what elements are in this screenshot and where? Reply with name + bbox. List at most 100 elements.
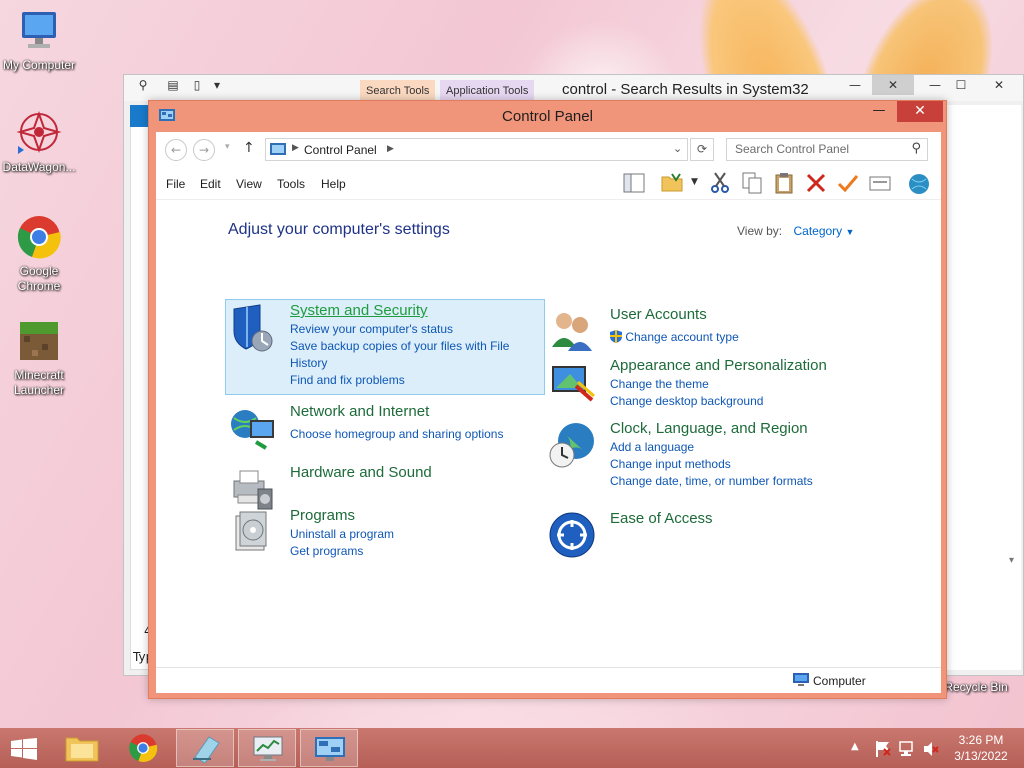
task-link[interactable]: Uninstall a program [290,526,550,543]
breadcrumb-chevron-icon[interactable]: ▶ [387,144,394,154]
clock[interactable]: 3:26 PM 3/13/2022 [950,732,1012,764]
category-title[interactable]: Ease of Access [610,509,870,529]
menu-edit[interactable]: Edit [200,177,221,191]
status-location: Computer [813,674,866,688]
layout-pane-icon[interactable] [622,171,646,195]
properties-icon[interactable] [868,171,892,195]
category-title[interactable]: Appearance and Personalization [610,356,870,376]
control-panel-window[interactable]: Control Panel — ✕ ← → ▾ ↑ ▶ Control Pane… [148,100,947,699]
shield-icon [233,304,273,352]
minimize-button[interactable]: — [867,101,891,122]
taskbar-chrome[interactable] [114,729,172,767]
category-ease-of-access[interactable]: Ease of Access [548,509,868,559]
search-input[interactable] [735,142,905,156]
cut-icon[interactable] [708,171,732,195]
back-button[interactable]: ← [165,139,187,161]
task-link[interactable]: Add a language [610,439,890,456]
category-network-and-internet[interactable]: Network and Internet Choose homegroup an… [228,402,548,452]
up-button[interactable]: ↑ [243,140,255,156]
search-icon[interactable]: ⚲ [911,141,921,156]
network-status-icon[interactable] [898,740,916,758]
category-appearance-and-personalization[interactable]: Appearance and Personalization Change th… [548,356,868,408]
clock-date: 3/13/2022 [954,749,1008,763]
category-title[interactable]: Programs [290,506,550,526]
network-icon [231,410,274,450]
programs-icon [235,511,267,551]
volume-muted-icon[interactable] [922,740,940,758]
menu-help[interactable]: Help [321,177,346,191]
taskbar-app-task-manager[interactable] [238,729,296,767]
view-by-label: View by: [737,224,783,238]
minecraft-icon [16,318,62,364]
category-title[interactable]: System and Security [290,301,550,321]
task-link[interactable]: Change input methods [610,456,890,473]
close-button[interactable]: ✕ [976,75,1022,95]
delete-icon[interactable] [804,171,828,195]
category-title[interactable]: User Accounts [610,305,870,325]
maximize-button[interactable]: ☐ [946,75,976,95]
window-titlebar[interactable]: Control Panel — ✕ [149,101,946,131]
control-panel-content: Adjust your computer's settings View by:… [156,201,941,667]
status-bar: Computer [156,667,941,693]
category-user-accounts[interactable]: User Accounts Change account type [548,305,868,351]
taskbar-file-explorer[interactable] [53,729,111,767]
view-by-dropdown[interactable]: Category ▼ [793,224,854,238]
desktop-icon-my-computer[interactable]: My Computer [0,8,78,73]
minimize-button[interactable]: — [840,75,870,95]
desktop-icon-google-chrome[interactable]: Google Chrome [0,214,78,294]
category-clock-language-and-region[interactable]: Clock, Language, and Region Add a langua… [548,419,868,489]
search-icon[interactable]: ⚲ [128,75,158,95]
task-link[interactable]: Change date, time, or number formats [610,473,890,490]
close-button[interactable]: ✕ [897,101,943,122]
task-link[interactable]: Change account type [610,329,870,346]
task-link[interactable]: Review your computer's status [290,321,550,338]
start-button[interactable] [0,729,48,767]
menu-file[interactable]: File [166,177,185,191]
computer-icon [16,8,62,54]
copy-icon[interactable] [740,171,764,195]
tab-search-tools[interactable]: Search Tools [360,80,436,102]
category-title[interactable]: Hardware and Sound [290,463,550,483]
tab-application-tools[interactable]: Application Tools [440,80,535,102]
taskbar-control-panel[interactable] [300,729,358,767]
task-link[interactable]: Get programs [290,543,550,560]
desktop-icon-datawagon[interactable]: DataWagon... [0,110,78,175]
desktop-icon-minecraft[interactable]: Minecraft Launcher [0,318,78,398]
chevron-down-icon: ▼ [845,227,855,237]
folder-options-icon[interactable] [660,171,684,195]
task-link[interactable]: Change desktop background [610,393,870,410]
windows-logo-icon [11,738,37,760]
chevron-down-icon[interactable]: ▾ [202,75,232,95]
category-title[interactable]: Network and Internet [290,402,550,422]
address-dropdown-icon[interactable]: ⌄ [673,142,682,155]
chevron-down-icon[interactable]: ▼ [691,177,698,187]
task-link[interactable]: Choose homegroup and sharing options [290,426,550,443]
window-body: ← → ▾ ↑ ▶ Control Panel ▶ ⌄ ⟳ ⚲ File Edi… [156,132,941,693]
forward-button[interactable]: → [193,139,215,161]
menu-view[interactable]: View [236,177,262,191]
users-icon [552,313,592,351]
recent-locations-chevron-icon[interactable]: ▾ [225,142,230,152]
control-panel-icon [270,143,286,155]
taskbar-app-notepad[interactable] [176,729,234,767]
category-title[interactable]: Clock, Language, and Region [610,419,890,439]
paste-icon[interactable] [772,171,796,195]
scroll-down-arrow[interactable]: ▾ [1009,555,1014,566]
menu-bar: File Edit View Tools Help ▼ [156,168,941,200]
show-hidden-icons-chevron-icon[interactable]: ▲ [851,741,859,752]
address-bar[interactable]: ▶ Control Panel ▶ ⌄ [265,138,688,161]
task-link[interactable]: Find and fix problems [290,372,550,389]
refresh-button[interactable]: ⟳ [690,138,714,161]
breadcrumb-control-panel[interactable]: Control Panel [304,143,377,157]
action-center-flag-icon[interactable] [874,740,892,758]
task-link[interactable]: Save backup copies of your files with Fi… [290,338,550,372]
globe-icon[interactable] [907,171,931,195]
close-button[interactable]: ✕ [872,75,914,95]
task-link[interactable]: Change the theme [610,376,870,393]
category-system-and-security[interactable]: System and Security Review your computer… [225,299,550,395]
category-programs[interactable]: Programs Uninstall a program Get program… [228,506,548,562]
clock-time: 3:26 PM [958,733,1004,747]
menu-tools[interactable]: Tools [277,177,305,191]
breadcrumb-chevron-icon[interactable]: ▶ [292,143,299,153]
checkmark-icon[interactable] [836,171,860,195]
